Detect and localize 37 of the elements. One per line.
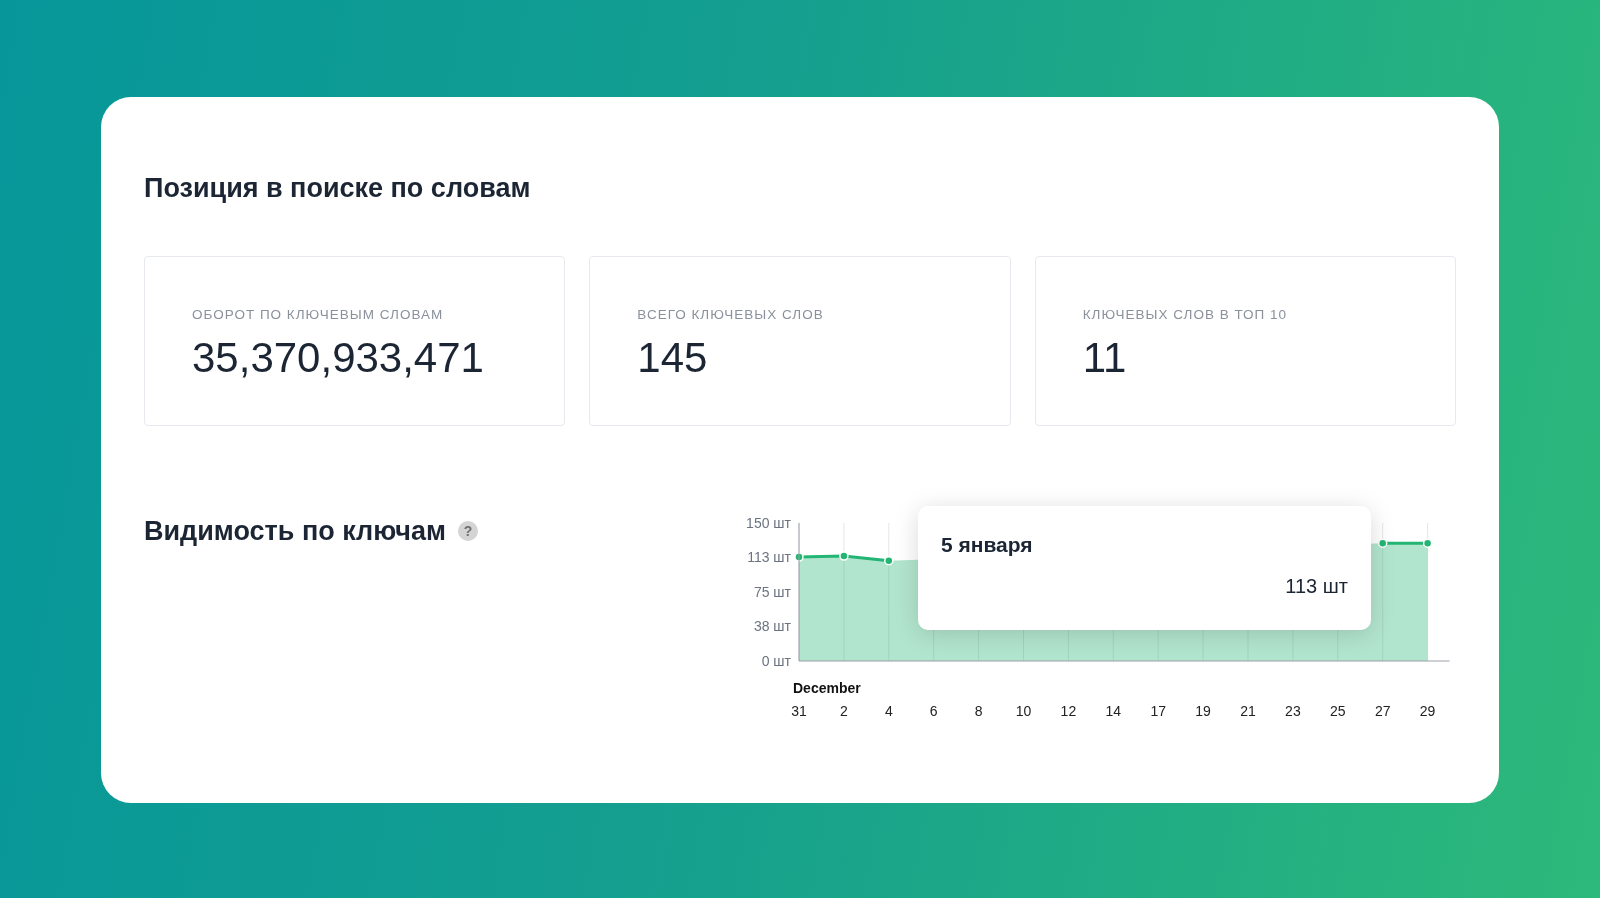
x-tick-label: 4 — [884, 703, 893, 719]
stat-value: 145 — [637, 334, 709, 382]
x-tick-label: 8 — [974, 703, 983, 719]
stat-label: ВСЕГО КЛЮЧЕВЫХ СЛОВ — [637, 307, 825, 322]
data-point[interactable] — [884, 555, 894, 566]
tooltip-date: 5 января — [941, 533, 1034, 557]
x-tick-label: 17 — [1150, 703, 1166, 719]
data-point[interactable] — [839, 551, 849, 561]
stat-label: ОБОРОТ ПО КЛЮЧЕВЫМ СЛОВАМ — [192, 307, 445, 322]
x-tick-label: 2 — [840, 703, 848, 719]
x-tick-label: 27 — [1374, 703, 1391, 719]
x-tick-label: 21 — [1240, 703, 1256, 719]
chart-title: Видимость по ключам — [144, 516, 446, 547]
stat-value: 35,370,933,471 — [192, 334, 485, 382]
x-tick-label: 29 — [1419, 703, 1436, 719]
x-tick-label: 14 — [1105, 703, 1122, 719]
data-point[interactable] — [1422, 538, 1433, 548]
x-tick-label: 25 — [1330, 703, 1346, 719]
x-tick-label: 23 — [1285, 703, 1301, 719]
y-tick-label: 0 шт — [761, 653, 791, 669]
data-point[interactable] — [794, 552, 804, 562]
y-tick-label: 113 шт — [747, 549, 791, 566]
x-tick-label: 6 — [929, 703, 938, 719]
stat-label: КЛЮЧЕВЫХ СЛОВ В ТОП 10 — [1082, 307, 1289, 322]
x-tick-label: 12 — [1060, 703, 1077, 719]
y-tick-label: 150 шт — [746, 515, 791, 531]
help-icon[interactable]: ? — [457, 521, 478, 541]
stat-value: 11 — [1082, 334, 1128, 382]
data-point[interactable] — [1377, 538, 1388, 548]
y-tick-label: 38 шт — [753, 618, 791, 635]
x-axis-label: December — [793, 680, 861, 696]
x-tick-label: 19 — [1195, 703, 1211, 719]
x-tick-label: 31 — [791, 703, 807, 719]
tooltip-value: 113 шт — [1284, 575, 1348, 598]
section-title: Позиция в поиске по словам — [144, 173, 532, 204]
y-tick-label: 75 шт — [753, 584, 791, 600]
x-tick-label: 10 — [1015, 703, 1032, 719]
